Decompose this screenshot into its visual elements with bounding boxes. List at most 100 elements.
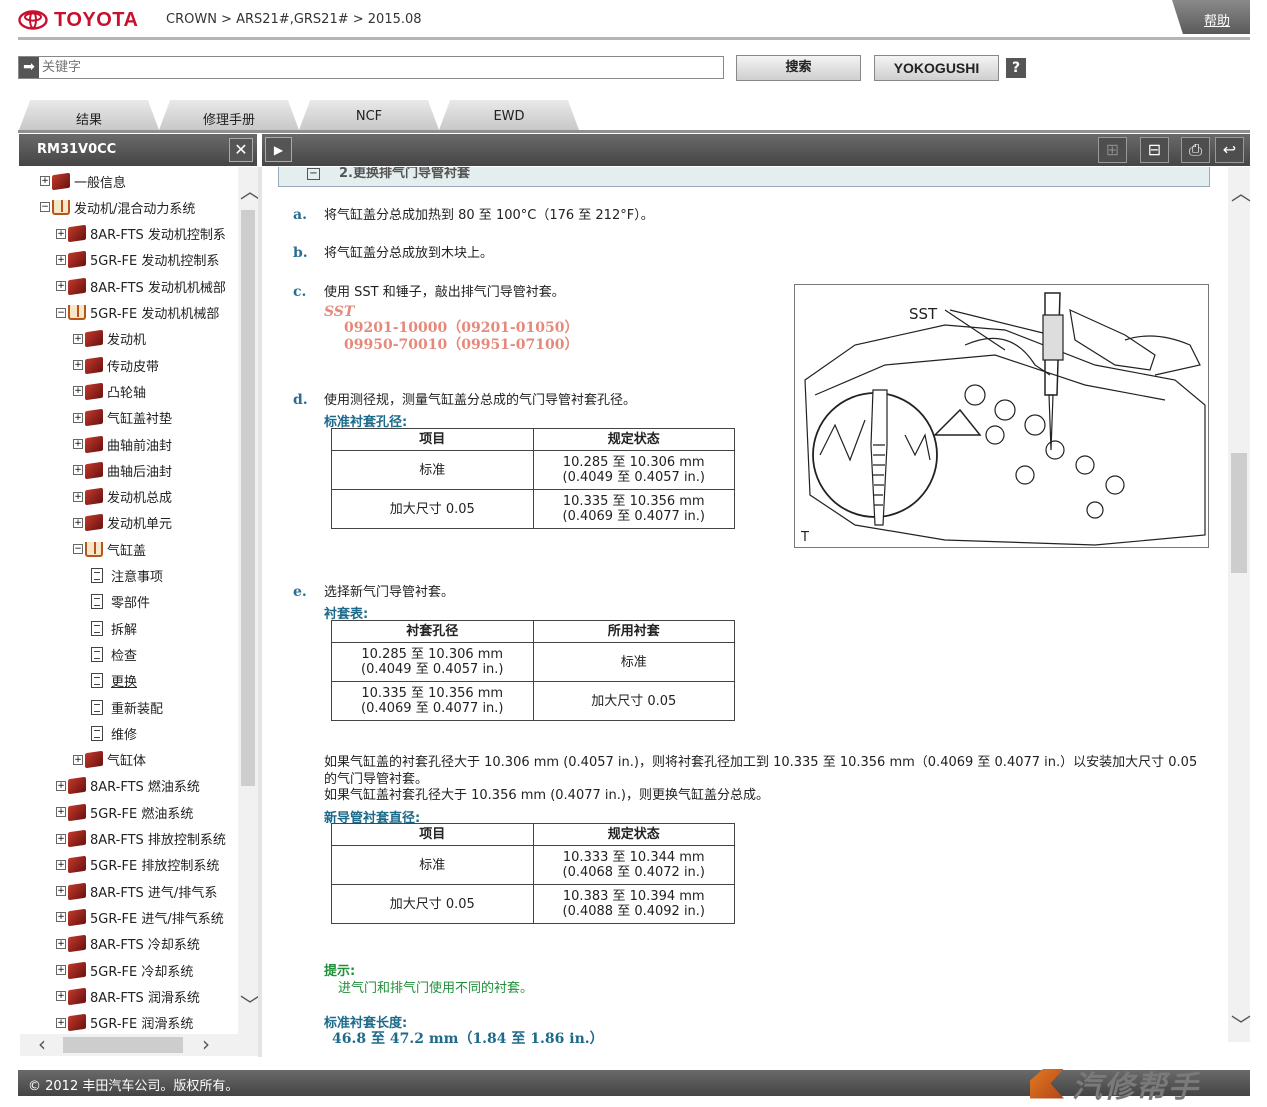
tree-item[interactable]: +8AR-FTS 发动机控制系 [56, 224, 226, 244]
collapse-node-icon[interactable]: − [73, 544, 83, 555]
back-icon[interactable]: ↩ [1215, 137, 1244, 163]
expand-node-icon[interactable]: + [56, 807, 66, 818]
expand-node-icon[interactable]: + [73, 386, 83, 397]
tree-item[interactable]: +8AR-FTS 发动机机械部 [56, 276, 226, 296]
tree-item[interactable]: 重新装配 [89, 697, 163, 717]
table-row: 10.335 至 10.356 mm (0.4069 至 0.4077 in.)… [331, 681, 735, 721]
tree-item[interactable]: + 发动机总成 [73, 487, 172, 507]
tree-item[interactable]: 检查 [89, 644, 137, 664]
tree-item[interactable]: + 发动机单元 [73, 513, 172, 533]
sst-tool-1[interactable]: 09201-10000（09201-01050） [344, 320, 578, 337]
expand-node-icon[interactable]: + [56, 991, 66, 1002]
tree-item[interactable]: +5GR-FE 燃油系统 [56, 802, 193, 822]
search-input[interactable] [39, 57, 699, 78]
expand-node-icon[interactable]: + [56, 254, 66, 265]
tree-item[interactable]: +8AR-FTS 燃油系统 [56, 776, 200, 796]
step-text: 使用 SST 和锤子，敲出排气门导管衬套。 [324, 285, 565, 300]
expand-node-icon[interactable]: + [56, 912, 66, 923]
collapse-node-icon[interactable]: − [56, 307, 66, 318]
search-button[interactable]: 搜索 [736, 55, 861, 81]
table-row: 标准 10.285 至 10.306 mm (0.4049 至 0.4057 in… [331, 450, 735, 490]
chevron-up-icon[interactable]: ︿ [1231, 183, 1251, 203]
tree-item[interactable]: + 曲轴后油封 [73, 460, 172, 480]
collapse-icon[interactable]: − [307, 168, 320, 180]
table-cell: 10.333 至 10.344 mm (0.4068 至 0.4072 in.) [532, 845, 735, 885]
tree-hscroll-thumb[interactable] [63, 1037, 183, 1053]
tree-item[interactable]: +8AR-FTS 润滑系统 [56, 986, 200, 1006]
chevron-down-icon[interactable]: ﹀ [1231, 1015, 1251, 1035]
expand-node-icon[interactable]: + [73, 412, 83, 423]
tree-item[interactable]: + 凸轮轴 [73, 381, 146, 401]
tree-item[interactable]: − 发动机/混合动力系统 [40, 197, 195, 217]
tree-item[interactable]: 拆解 [89, 618, 137, 638]
tab-ewd[interactable]: EWD [439, 100, 579, 130]
expand-node-icon[interactable]: + [56, 833, 66, 844]
expand-node-icon[interactable]: + [40, 176, 50, 186]
document-icon [91, 594, 103, 610]
close-icon[interactable]: ✕ [229, 138, 253, 162]
chevron-left-icon[interactable]: ‹ [38, 1034, 46, 1054]
tree-item[interactable]: − 5GR-FE 发动机机械部 [56, 303, 219, 323]
expand-node-icon[interactable]: + [56, 965, 66, 975]
step-letter: b. [293, 245, 308, 261]
closed-book-icon [85, 330, 103, 348]
tree-item-label: 发动机 [107, 333, 147, 349]
tree-item[interactable]: + 气缸盖衬垫 [73, 408, 172, 428]
tree-item[interactable]: + 气缸体 [73, 750, 146, 770]
sst-tool-2[interactable]: 09950-70010（09951-07100） [344, 337, 578, 354]
tree-item[interactable]: + 曲轴前油封 [73, 434, 172, 454]
chevron-down-icon[interactable]: ﹀ [240, 995, 260, 1015]
step-text: 使用测径规，测量气缸盖分总成的气门导管衬套孔径。 [324, 393, 637, 408]
expand-node-icon[interactable]: + [56, 1017, 66, 1028]
tree-item[interactable]: 零部件 [89, 592, 150, 612]
tree-item[interactable]: +5GR-FE 进气/排气系统 [56, 907, 224, 927]
tree-item[interactable]: +5GR-FE 排放控制系统 [56, 855, 219, 875]
tree-item[interactable]: 更换 [89, 671, 137, 691]
play-arrow-icon[interactable]: ▶ [265, 137, 292, 162]
tree-item[interactable]: +5GR-FE 发动机控制系 [56, 250, 219, 270]
tree-item-label: 8AR-FTS 发动机机械部 [90, 280, 226, 296]
content-vertical-scrollbar[interactable]: ︿ ﹀ [1228, 167, 1251, 1042]
section-header[interactable]: − 2.更换排气门导管衬套 [278, 167, 1210, 187]
tree-item[interactable]: − 气缸盖 [73, 539, 146, 559]
content-scroll-thumb[interactable] [1231, 453, 1247, 573]
collapse-node-icon[interactable]: − [40, 202, 50, 213]
tree-item[interactable]: + 一般信息 [40, 171, 126, 191]
expand-node-icon[interactable]: + [73, 439, 83, 449]
expand-node-icon[interactable]: + [73, 754, 83, 765]
tree-item[interactable]: +5GR-FE 冷却系统 [56, 960, 193, 980]
tree-item[interactable]: +8AR-FTS 排放控制系统 [56, 829, 226, 849]
help-link[interactable]: 帮助 [1172, 0, 1250, 34]
tree-item[interactable]: + 传动皮带 [73, 355, 159, 375]
tree-item[interactable]: +8AR-FTS 进气/排气系 [56, 881, 217, 901]
tree-item[interactable]: +8AR-FTS 冷却系统 [56, 934, 200, 954]
help-question-icon[interactable]: ? [1006, 58, 1026, 78]
expand-node-icon[interactable]: + [56, 228, 66, 239]
expand-node-icon[interactable]: + [56, 859, 66, 870]
tab-ncf[interactable]: NCF [299, 100, 439, 130]
expand-node-icon[interactable]: + [73, 465, 83, 476]
collapse-all-icon[interactable]: ⊟ [1140, 137, 1169, 163]
expand-node-icon[interactable]: + [56, 886, 66, 897]
expand-node-icon[interactable]: + [73, 517, 83, 528]
expand-all-icon[interactable]: ⊞ [1098, 137, 1127, 163]
tree-scroll-thumb[interactable] [241, 210, 255, 786]
tab-repair-manual[interactable]: 修理手册 [159, 100, 299, 130]
chevron-right-icon[interactable]: › [202, 1034, 210, 1054]
tab-results[interactable]: 结果 [19, 100, 159, 130]
expand-node-icon[interactable]: + [56, 938, 66, 949]
length-value: 46.8 至 47.2 mm（1.84 至 1.86 in.） [332, 1031, 604, 1047]
tree-item[interactable]: 维修 [89, 723, 137, 743]
tree-item[interactable]: 注意事项 [89, 566, 163, 586]
expand-node-icon[interactable]: + [73, 333, 83, 344]
step-a: a. 将气缸盖分总成加热到 80 至 100°C（176 至 212°F）。 [293, 207, 654, 224]
expand-node-icon[interactable]: + [73, 360, 83, 371]
yokogushi-button[interactable]: YOKOGUSHI [874, 55, 999, 81]
expand-node-icon[interactable]: + [56, 281, 66, 292]
tree-item[interactable]: +5GR-FE 润滑系统 [56, 1013, 193, 1033]
print-icon[interactable]: ⎙ [1181, 137, 1210, 163]
expand-node-icon[interactable]: + [56, 780, 66, 791]
tree-item[interactable]: + 发动机 [73, 329, 146, 349]
chevron-up-icon[interactable]: ︿ [240, 181, 260, 201]
expand-node-icon[interactable]: + [73, 491, 83, 502]
